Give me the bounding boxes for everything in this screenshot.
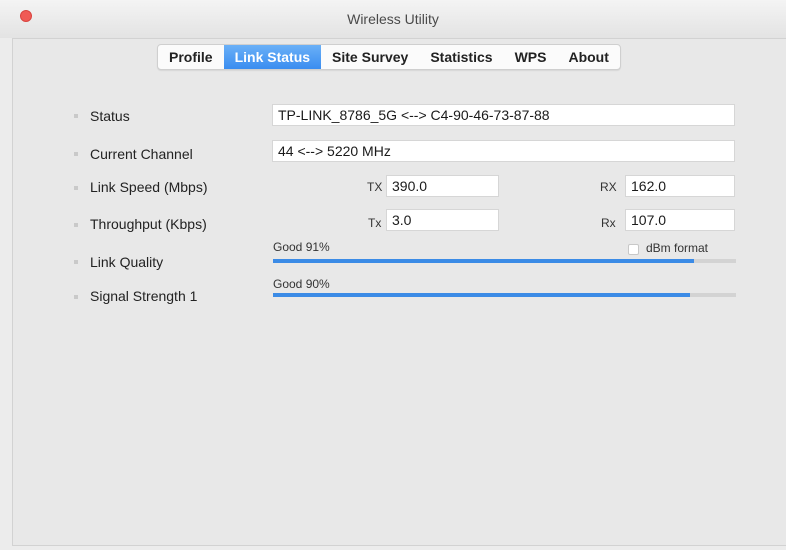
tab-site-survey[interactable]: Site Survey: [321, 45, 419, 69]
tab-wps[interactable]: WPS: [504, 45, 558, 69]
signal-strength-label: Signal Strength 1: [90, 288, 198, 304]
link-speed-label: Link Speed (Mbps): [90, 179, 208, 195]
link-quality-label: Link Quality: [90, 254, 164, 270]
window-title: Wireless Utility: [347, 11, 439, 27]
status-field: TP-LINK_8786_5G <--> C4-90-46-73-87-88: [272, 104, 735, 126]
dbm-format-checkbox[interactable]: [628, 244, 639, 255]
status-label: Status: [90, 108, 130, 124]
title-bar: Wireless Utility: [0, 0, 786, 38]
current-channel-field: 44 <--> 5220 MHz: [272, 140, 735, 162]
throughput-tx-field: 3.0: [386, 209, 499, 231]
throughput-rx-label: Rx: [601, 216, 616, 230]
link-quality-bar-fill: [273, 259, 695, 263]
tab-statistics[interactable]: Statistics: [419, 45, 503, 69]
link-speed-tx-field: 390.0: [386, 175, 499, 197]
tab-link-status[interactable]: Link Status: [223, 45, 322, 69]
link-quality-text: Good 91%: [273, 240, 330, 254]
throughput-label: Throughput (Kbps): [90, 216, 207, 232]
row-bullet: [74, 295, 78, 299]
row-bullet: [74, 260, 78, 264]
dbm-format-label: dBm format: [646, 241, 709, 255]
signal-strength-bar: [273, 293, 736, 297]
row-bullet: [74, 152, 78, 156]
row-bullet: [74, 114, 78, 118]
current-channel-label: Current Channel: [90, 146, 193, 162]
link-quality-bar: [273, 259, 736, 263]
link-speed-rx-field: 162.0: [625, 175, 735, 197]
row-bullet: [74, 223, 78, 227]
throughput-tx-label: Tx: [368, 216, 382, 230]
signal-strength-text: Good 90%: [273, 277, 330, 291]
link-speed-rx-label: RX: [600, 180, 617, 194]
signal-strength-bar-fill: [273, 293, 690, 297]
tab-about[interactable]: About: [557, 45, 619, 69]
tab-profile[interactable]: Profile: [158, 45, 224, 69]
throughput-rx-field: 107.0: [625, 209, 735, 231]
row-bullet: [74, 186, 78, 190]
link-speed-tx-label: TX: [367, 180, 383, 194]
tab-bar: Profile Link Status Site Survey Statisti…: [157, 44, 621, 70]
